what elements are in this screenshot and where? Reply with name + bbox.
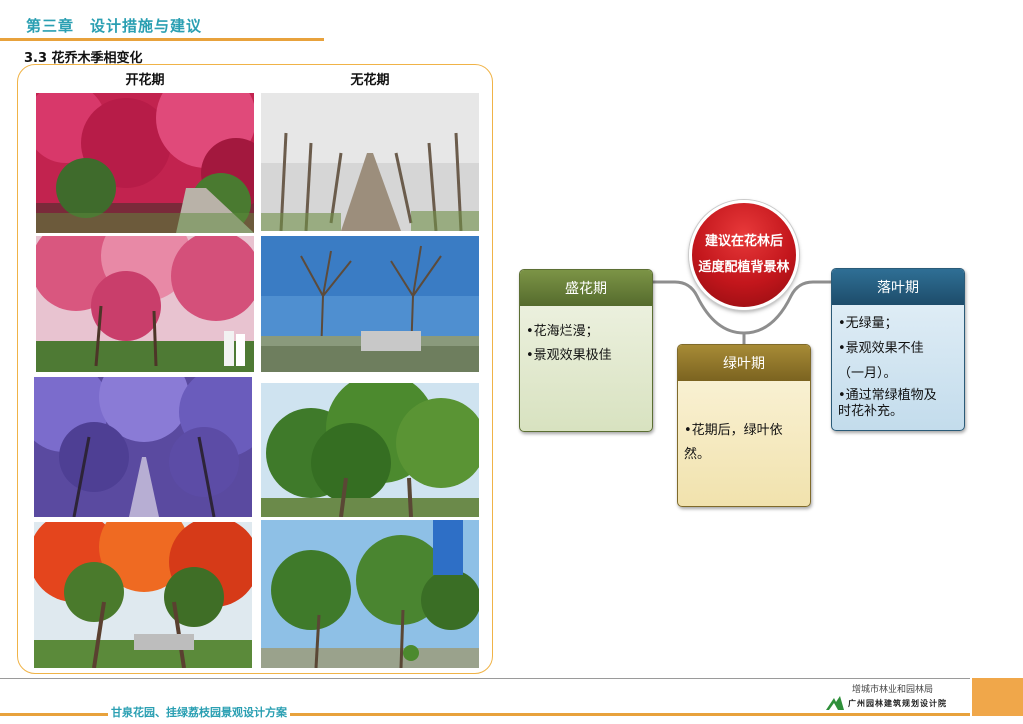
suggestion-circle: 建议在花林后 适度配植背景林 — [689, 200, 799, 310]
footer-divider — [0, 678, 970, 679]
agency-name-2: 广州园林建筑规划设计院 — [848, 699, 947, 708]
photo-pink-blossom-avenue — [36, 93, 254, 233]
photo-pink-blossom-couple — [36, 236, 254, 372]
institute-logo-icon — [826, 696, 844, 710]
card-green-leaf-title: 绿叶期 — [678, 345, 810, 381]
column-heading-bloom: 开花期 — [125, 73, 165, 88]
list-item: •花海烂漫； — [526, 324, 599, 339]
card-leaf-fall: 落叶期 •无绿量； •景观效果不佳 （一月）。 •通过常绿植物及 时花补充。 — [831, 268, 965, 431]
card-leaf-fall-title: 落叶期 — [832, 269, 964, 305]
header-divider — [0, 38, 324, 41]
list-item: •通过常绿植物及 — [838, 388, 937, 403]
list-item: •无绿量； — [838, 316, 898, 331]
list-item: •景观效果极佳 — [526, 348, 612, 363]
photo-green-trees-street — [261, 520, 479, 668]
list-item: •花期后，绿叶依然。 — [684, 423, 783, 462]
card-peak-bloom-title: 盛花期 — [520, 270, 652, 306]
chapter-title: 第三章 设计措施与建议 — [26, 17, 203, 35]
photo-green-leaf-trees — [261, 383, 479, 517]
list-item: 时花补充。 — [838, 404, 904, 419]
project-title: 甘泉花园、挂绿荔枝园景观设计方案 — [108, 704, 290, 720]
column-heading-no-bloom: 无花期 — [350, 73, 390, 88]
card-green-leaf: 绿叶期 •花期后，绿叶依然。 — [677, 344, 811, 507]
card-peak-bloom: 盛花期 •花海烂漫； •景观效果极佳 — [519, 269, 653, 432]
suggestion-line-2: 适度配植背景林 — [698, 260, 790, 275]
suggestion-line-1: 建议在花林后 — [704, 234, 783, 249]
photo-purple-jacaranda-avenue — [34, 377, 252, 517]
agency-name-1: 增城市林业和园林局 — [852, 685, 934, 695]
list-item: •景观效果不佳 — [838, 341, 924, 356]
photo-bare-tree-avenue — [261, 93, 479, 231]
list-item: （一月）。 — [838, 366, 897, 381]
photo-bare-trees-campus — [261, 236, 479, 372]
photo-red-flame-trees — [34, 522, 252, 668]
footer-corner-block — [972, 678, 1023, 716]
